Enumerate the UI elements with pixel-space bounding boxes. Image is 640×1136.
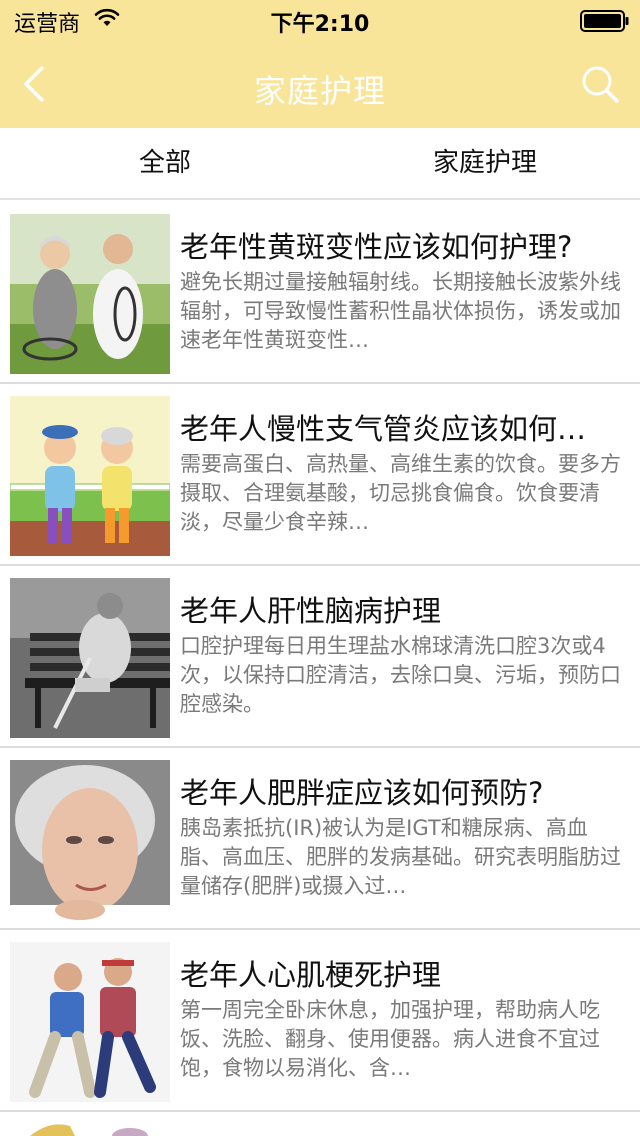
list-item[interactable]: 老年人肥胖症应该如何预防? 胰岛素抵抗(IR)被认为是IGT和糖尿病、高血脂、高… (0, 748, 640, 930)
navigation-bar: 家庭护理 (0, 40, 640, 128)
list-item[interactable]: 老年人慢性支气管炎应该如何… 需要高蛋白、高热量、高维生素的饮食。要多方摄取、合… (0, 384, 640, 566)
article-list: 老年性黄斑变性应该如何护理? 避免长期过量接触辐射线。长期接触长波紫外线辐射，可… (0, 202, 640, 1112)
tab-home-care[interactable]: 家庭护理 (330, 128, 640, 198)
list-item[interactable]: 老年人肝性脑病护理 口腔护理每日用生理盐水棉球清洗口腔3次或4次，以保持口腔清洁… (0, 566, 640, 748)
article-title: 老年人肝性脑病护理 (180, 594, 442, 628)
article-thumbnail (10, 578, 170, 738)
status-bar: 运营商 下午2:10 (0, 0, 640, 40)
article-summary: 口腔护理每日用生理盐水棉球清洗口腔3次或4次，以保持口腔清洁，去除口臭、污垢，预… (180, 634, 621, 716)
article-thumbnail (10, 760, 170, 920)
list-item[interactable]: 老年人心肌梗死护理 第一周完全卧床休息，加强护理，帮助病人吃饭、洗脸、翻身、使用… (0, 930, 640, 1112)
tab-all[interactable]: 全部 (0, 128, 330, 198)
battery-icon (580, 10, 630, 32)
status-time: 下午2:10 (270, 12, 370, 37)
article-thumbnail (10, 942, 170, 1102)
article-thumbnail (10, 214, 170, 374)
article-thumbnail (10, 396, 170, 556)
list-item[interactable]: 老年性黄斑变性应该如何护理? 避免长期过量接触辐射线。长期接触长波紫外线辐射，可… (0, 202, 640, 384)
article-title: 老年性黄斑变性应该如何护理? (180, 230, 573, 264)
article-summary: 避免长期过量接触辐射线。长期接触长波紫外线辐射，可导致慢性蓄积性晶状体损伤，诱发… (180, 270, 621, 352)
article-title: 老年人慢性支气管炎应该如何… (180, 412, 587, 446)
article-summary: 第一周完全卧床休息，加强护理，帮助病人吃饭、洗脸、翻身、使用便器。病人进食不宜过… (180, 998, 600, 1080)
search-icon[interactable] (578, 62, 622, 106)
article-title: 老年人心肌梗死护理 (180, 958, 442, 992)
article-title: 老年人肥胖症应该如何预防? (180, 776, 544, 810)
next-article-thumbnail (10, 1116, 170, 1136)
page-title: 家庭护理 (253, 72, 386, 110)
article-summary: 胰岛素抵抗(IR)被认为是IGT和糖尿病、高血脂、高血压、肥胖的发病基础。研究表… (180, 816, 621, 898)
article-summary: 需要高蛋白、高热量、高维生素的饮食。要多方摄取、合理氨基酸，切忌挑食偏食。饮食要… (180, 452, 621, 534)
category-tabs: 全部 家庭护理 (0, 128, 640, 200)
